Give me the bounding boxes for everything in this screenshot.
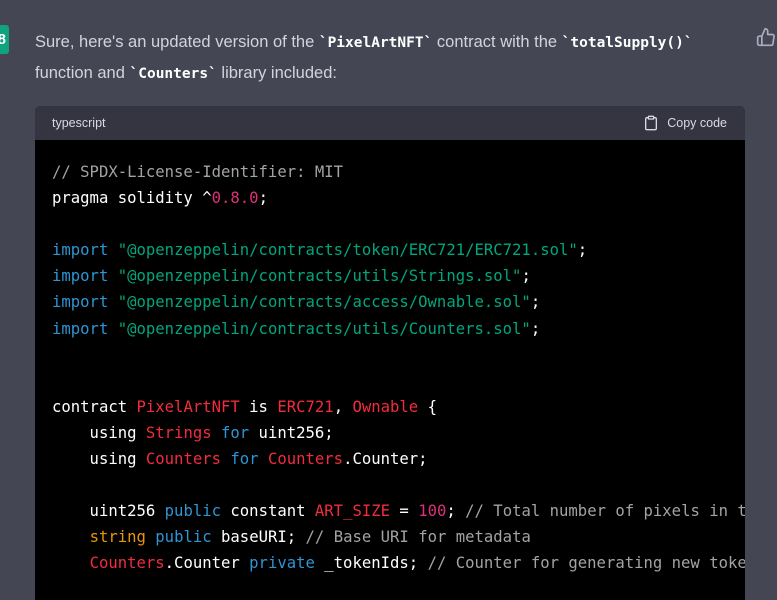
code-token-plain: ; [577, 241, 588, 260]
code-content: // SPDX-License-Identifier: MIT pragma so… [35, 140, 745, 577]
code-token-kw: public [155, 528, 212, 547]
code-token-plain: using [52, 450, 146, 469]
inline-code-contract: `PixelArtNFT` [318, 35, 433, 51]
code-line: using Strings for uint256; [52, 420, 745, 446]
intro-text-2: contract with the [432, 33, 562, 51]
code-token-type: string [89, 528, 146, 547]
copy-code-label: Copy code [667, 116, 727, 130]
code-token-plain: uint256; [249, 423, 334, 442]
copy-code-button[interactable]: Copy code [643, 115, 727, 131]
code-token-plain: ; [446, 502, 466, 521]
message-text: Sure, here's an updated version of the `… [35, 27, 747, 89]
thumbs-up-icon [756, 27, 775, 47]
code-token-plain: using [52, 423, 146, 442]
code-block: typescript Copy code // SPDX-License-Ide… [35, 106, 745, 600]
code-line: contract PixelArtNFT is ERC721, Ownable … [52, 394, 745, 420]
avatar-glyph: 8 [0, 31, 6, 48]
intro-text-1: Sure, here's an updated version of the [35, 33, 319, 51]
code-token-name: Strings [145, 423, 212, 442]
code-token-num: 0.8.0 [211, 189, 259, 208]
code-line: import "@openzeppelin/contracts/token/ER… [52, 237, 745, 263]
code-token-kw: private [249, 554, 315, 573]
code-token-plain: contract [52, 397, 137, 416]
code-token-kw: for [230, 450, 259, 469]
code-token-plain: _tokenIds; [314, 554, 428, 573]
code-token-str: "@openzeppelin/contracts/utils/Counters.… [117, 319, 531, 338]
inline-code-library: `Counters` [129, 66, 217, 82]
clipboard-icon [645, 115, 658, 131]
code-line: uint256 public constant ART_SIZE = 100; … [52, 498, 745, 524]
code-token-plain: uint256 [52, 502, 165, 521]
assistant-avatar: 8 [0, 25, 9, 54]
inline-code-function: `totalSupply()` [561, 35, 693, 51]
code-token-name: Counters [89, 554, 165, 573]
thumbs-up-button[interactable] [756, 27, 776, 47]
code-token-plain: = [390, 502, 419, 521]
code-token-plain: ; [258, 189, 268, 208]
code-line: import "@openzeppelin/contracts/access/O… [52, 289, 745, 315]
code-token-plain: is [239, 397, 278, 416]
code-token-plain: ; [530, 319, 541, 338]
intro-text-3: function and [35, 64, 130, 82]
code-block-header: typescript Copy code [35, 106, 745, 140]
code-token-kw: import [52, 241, 109, 260]
code-token-name: Ownable [352, 397, 419, 416]
code-token-plain: { [418, 397, 437, 416]
intro-text-4: library included: [216, 64, 337, 82]
code-token-kw: import [52, 319, 109, 338]
code-token-name: Counters [267, 450, 344, 469]
code-token-name: PixelArtNFT [136, 397, 240, 416]
code-line: pragma solidity ^0.8.0; [52, 185, 745, 211]
code-token-str: "@openzeppelin/contracts/access/Ownable.… [117, 293, 531, 312]
code-line: using Counters for Counters.Counter; [52, 446, 745, 472]
code-token-plain: ; [530, 293, 541, 312]
code-token-plain: .Counter [164, 554, 250, 573]
code-token-comment: // SPDX-License-Identifier: MIT [52, 163, 344, 181]
code-token-plain: ; [521, 267, 531, 286]
code-line: import "@openzeppelin/contracts/utils/Co… [52, 316, 745, 342]
code-token-kw: public [164, 502, 222, 521]
code-token-kw: import [52, 267, 109, 286]
chat-message: 8 Sure, here's an updated version of the… [0, 0, 777, 600]
code-token-kw: import [52, 293, 109, 312]
code-token-plain: , [333, 397, 353, 416]
code-token-plain: .Counter; [343, 450, 428, 469]
code-line: // SPDX-License-Identifier: MIT [52, 159, 745, 185]
code-line: string public baseURI; // Base URI for m… [52, 524, 745, 550]
code-token-name: Counters [145, 450, 221, 469]
code-token-str: "@openzeppelin/contracts/token/ERC721/ER… [117, 241, 578, 260]
code-token-comment: // Counter for generating new token [427, 554, 745, 573]
code-token-num: 100 [418, 502, 447, 521]
code-token-plain: constant [221, 502, 315, 521]
code-token-name: ERC721 [277, 397, 334, 416]
code-token-name: ART_SIZE [314, 502, 391, 521]
code-token-str: "@openzeppelin/contracts/utils/Strings.s… [117, 267, 522, 286]
code-line: import "@openzeppelin/contracts/utils/St… [52, 263, 745, 289]
code-token-comment: // Base URI for metadata [305, 528, 531, 547]
code-token-plain: baseURI; [211, 528, 306, 547]
code-language-label: typescript [52, 116, 106, 130]
code-token-comment: // Total number of pixels in the [465, 502, 745, 521]
code-token-kw: for [221, 423, 250, 442]
code-line: Counters.Counter private _tokenIds; // C… [52, 550, 745, 576]
code-token-plain: pragma solidity ^ [52, 189, 212, 208]
